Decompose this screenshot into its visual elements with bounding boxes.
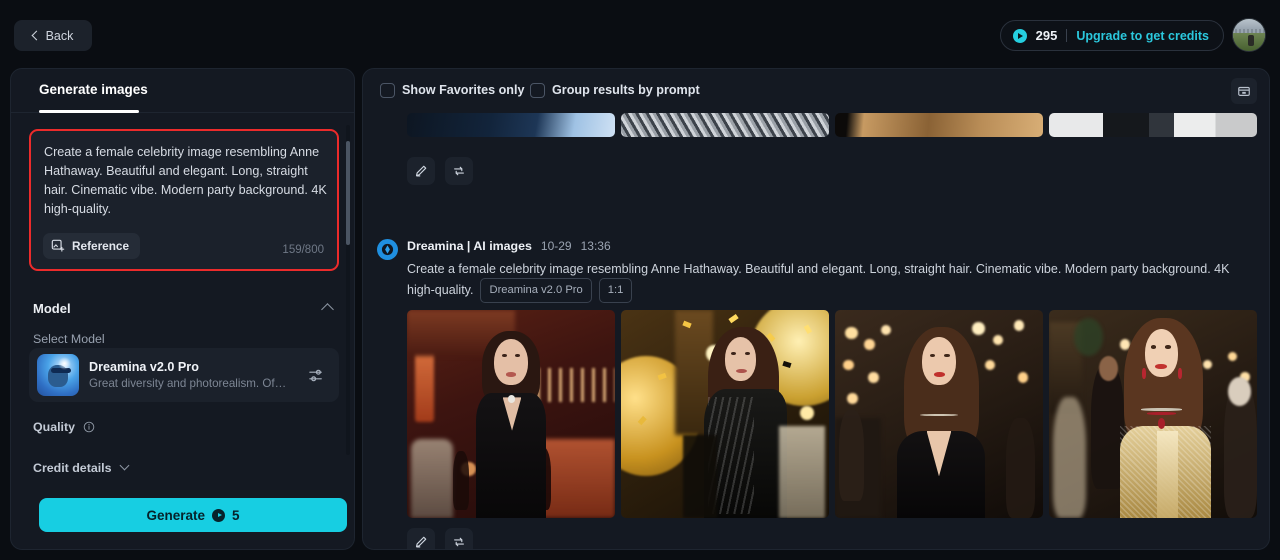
- select-model-label: Select Model: [33, 332, 105, 346]
- model-name: Dreamina v2.0 Pro: [89, 360, 199, 374]
- regenerate-button[interactable]: [445, 528, 473, 549]
- results-panel: Show Favorites only Group results by pro…: [362, 68, 1270, 550]
- chevron-up-icon[interactable]: [321, 303, 334, 316]
- generate-button[interactable]: Generate 5: [39, 498, 347, 532]
- generated-image-3[interactable]: [835, 310, 1043, 518]
- prompt-text[interactable]: Create a female celebrity image resembli…: [44, 143, 330, 219]
- chip-model: Dreamina v2.0 Pro: [480, 278, 592, 303]
- tab-active-indicator: [39, 110, 139, 113]
- result-time: 13:36: [580, 239, 611, 253]
- model-description: Great diversity and photorealism. Of…: [89, 377, 287, 390]
- info-circle-icon[interactable]: [83, 421, 95, 433]
- group-results-label[interactable]: Group results by prompt: [552, 83, 700, 97]
- regenerate-arrows-icon: [454, 537, 464, 547]
- chip-ratio: 1:1: [598, 278, 633, 303]
- previous-result-actions: [407, 157, 473, 185]
- edit-button[interactable]: [407, 528, 435, 549]
- previous-image-4[interactable]: [1049, 113, 1257, 137]
- result-actions: [407, 528, 473, 549]
- edit-button[interactable]: [407, 157, 435, 185]
- back-button-label: Back: [45, 28, 74, 43]
- previous-image-1[interactable]: [407, 113, 615, 137]
- dreamina-badge-icon: [377, 239, 398, 260]
- generated-image-1[interactable]: [407, 310, 615, 518]
- top-bar: Back 295 Upgrade to get credits: [0, 0, 1280, 70]
- regenerate-arrows-icon: [454, 166, 464, 176]
- result-source-name: Dreamina | AI images: [407, 239, 532, 253]
- results-list: Dreamina | AI images 10-29 13:36 Create …: [363, 113, 1269, 549]
- reference-button-label: Reference: [72, 239, 130, 253]
- tab-generate-images[interactable]: Generate images: [39, 82, 148, 97]
- show-favorites-label[interactable]: Show Favorites only: [402, 83, 524, 97]
- regenerate-button[interactable]: [445, 157, 473, 185]
- chevron-down-icon: [119, 460, 130, 471]
- sidebar-tabs: Generate images: [11, 69, 354, 113]
- pill-divider: [1066, 29, 1068, 42]
- results-toolbar: Show Favorites only Group results by pro…: [363, 69, 1269, 113]
- result-prompt: Create a female celebrity image resembli…: [407, 260, 1243, 304]
- pencil-edit-icon: [415, 165, 427, 177]
- previous-image-3[interactable]: [835, 113, 1043, 137]
- upgrade-link[interactable]: Upgrade to get credits: [1076, 29, 1209, 43]
- previous-result-images: [363, 113, 1257, 137]
- model-meta: Dreamina v2.0 Pro Great diversity and ph…: [89, 360, 308, 390]
- credits-value: 295: [1035, 28, 1058, 43]
- previous-image-2[interactable]: [621, 113, 829, 137]
- credit-coin-icon: [1012, 28, 1027, 43]
- sidebar-scrollbar-thumb[interactable]: [346, 141, 350, 245]
- model-thumbnail: [37, 354, 79, 396]
- pencil-edit-icon: [415, 536, 427, 548]
- quality-label: Quality: [33, 419, 95, 434]
- model-section-title: Model: [33, 301, 71, 316]
- result-header: Dreamina | AI images 10-29 13:36 Create …: [377, 239, 1257, 304]
- result-date: 10-29: [540, 239, 572, 253]
- generate-button-label: Generate: [146, 507, 205, 523]
- show-favorites-checkbox[interactable]: [380, 83, 395, 98]
- reference-button[interactable]: Reference: [43, 233, 141, 259]
- chevron-left-icon: [31, 30, 42, 41]
- user-avatar[interactable]: [1232, 18, 1266, 52]
- prompt-input-box[interactable]: Create a female celebrity image resembli…: [29, 129, 339, 271]
- back-button[interactable]: Back: [14, 20, 92, 51]
- image-plus-icon: [51, 239, 65, 252]
- credit-coin-icon: [212, 508, 225, 522]
- sliders-icon[interactable]: [308, 367, 325, 384]
- credit-details-toggle[interactable]: Credit details: [33, 460, 130, 475]
- generate-cost: 5: [232, 507, 240, 523]
- model-card-dreamina-v2-pro[interactable]: Dreamina v2.0 Pro Great diversity and ph…: [29, 348, 339, 402]
- generated-image-4[interactable]: [1049, 310, 1257, 518]
- prompt-char-counter: 159/800: [282, 244, 324, 256]
- dreamina-app: Back 295 Upgrade to get credits Generate…: [0, 0, 1280, 560]
- generated-image-2[interactable]: [621, 310, 829, 518]
- credits-pill[interactable]: 295 Upgrade to get credits: [999, 20, 1224, 51]
- left-sidebar: Generate images Create a female celebrit…: [10, 68, 355, 550]
- group-results-checkbox[interactable]: [530, 83, 545, 98]
- archive-button[interactable]: [1231, 78, 1257, 104]
- generated-images-row: [363, 310, 1257, 518]
- archive-folder-icon: [1238, 86, 1250, 96]
